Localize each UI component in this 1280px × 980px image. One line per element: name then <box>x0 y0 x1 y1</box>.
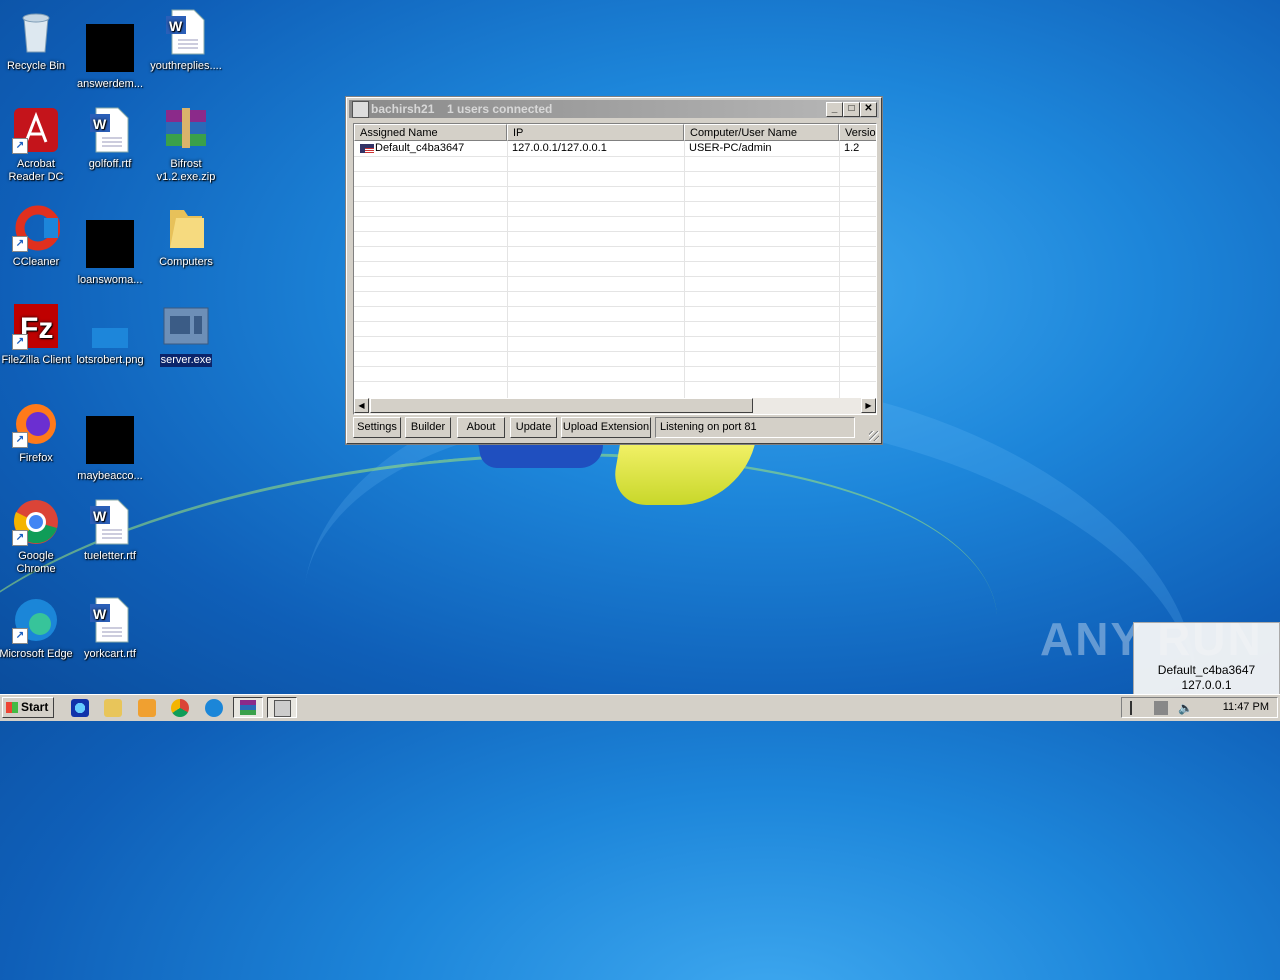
redacted-file-icon <box>86 220 134 268</box>
redacted-file-icon <box>86 416 134 464</box>
recycle-bin-icon <box>12 8 60 56</box>
redacted-file-icon <box>86 24 134 72</box>
connection-notification[interactable]: Default_c4ba3647 127.0.0.1 <box>1133 622 1280 698</box>
desktop-icon-filezilla[interactable]: Fz ↗ FileZilla Client <box>0 298 74 367</box>
app-icon <box>274 700 291 717</box>
media-player-icon[interactable] <box>138 699 156 717</box>
column-header-assigned-name[interactable]: Assigned Name <box>354 124 507 141</box>
rat-server-task-button[interactable] <box>267 697 297 718</box>
column-header-ip[interactable]: IP <box>507 124 684 141</box>
file-explorer-icon[interactable] <box>104 699 122 717</box>
word-document-icon: W <box>86 596 134 644</box>
desktop-icon-yorkcart[interactable]: W yorkcart.rtf <box>72 592 148 661</box>
desktop-icon-tueletter[interactable]: W tueletter.rtf <box>72 494 148 563</box>
winrar-icon <box>240 700 256 715</box>
edge-taskbar-icon[interactable] <box>205 699 223 717</box>
shortcut-arrow-icon: ↗ <box>12 530 28 546</box>
us-flag-icon <box>360 143 374 153</box>
ccleaner-icon: ↗ <box>12 204 61 252</box>
upload-extension-button[interactable]: Upload Extension <box>561 417 651 438</box>
firefox-icon: ↗ <box>12 400 60 448</box>
chrome-taskbar-icon[interactable] <box>171 699 189 717</box>
maximize-button[interactable]: □ <box>843 102 860 117</box>
winrar-task-button[interactable] <box>233 697 263 718</box>
resize-grip[interactable] <box>869 431 879 441</box>
executable-icon <box>162 302 210 350</box>
notification-name: Default_c4ba3647 <box>1157 663 1256 677</box>
system-tray: 🔈 11:47 PM <box>1121 697 1278 718</box>
action-center-flag-icon[interactable] <box>1130 701 1146 715</box>
minimize-button[interactable]: _ <box>826 102 843 117</box>
cell-ip: 127.0.0.1/127.0.0.1 <box>512 142 607 154</box>
network-icon[interactable] <box>1154 701 1168 715</box>
shortcut-arrow-icon: ↗ <box>12 628 28 644</box>
volume-icon[interactable]: 🔈 <box>1178 701 1193 715</box>
scroll-right-button[interactable]: ▶ <box>861 398 876 413</box>
shortcut-arrow-icon: ↗ <box>12 138 28 154</box>
desktop-icon-bifrost-zip[interactable]: Bifrost v1.2.exe.zip <box>148 102 224 184</box>
filezilla-icon: Fz ↗ <box>12 302 60 350</box>
desktop-icon-golfoff[interactable]: W golfoff.rtf <box>72 102 148 171</box>
svg-text:W: W <box>93 116 107 132</box>
about-button[interactable]: About <box>457 417 505 438</box>
desktop-icon-computers-folder[interactable]: Computers <box>148 200 224 269</box>
cell-assigned-name: Default_c4ba3647 <box>356 141 507 156</box>
image-file-icon <box>86 302 134 350</box>
desktop-icon-youthreplies[interactable]: W youthreplies.... <box>148 4 224 73</box>
desktop-icon-ccleaner[interactable]: ↗ CCleaner <box>0 200 74 269</box>
app-icon <box>352 101 369 118</box>
desktop-icon-answerdem[interactable]: answerdem... <box>72 4 148 91</box>
start-button[interactable]: Start <box>2 697 54 718</box>
svg-text:W: W <box>169 18 183 34</box>
desktop-icon-server-exe[interactable]: server.exe <box>148 298 224 367</box>
word-document-icon: W <box>162 8 210 56</box>
desktop-icon-lotsrobert[interactable]: lotsrobert.png <box>72 298 148 367</box>
shortcut-arrow-icon: ↗ <box>12 334 28 350</box>
builder-button[interactable]: Builder <box>405 417 451 438</box>
horizontal-scrollbar[interactable]: ◀ ▶ <box>354 398 876 414</box>
desktop-icon-recycle-bin[interactable]: Recycle Bin <box>0 4 74 73</box>
scroll-thumb[interactable] <box>370 398 753 413</box>
connection-status: 1 users connected <box>447 102 553 116</box>
edge-icon: ↗ <box>12 596 60 644</box>
windows-logo-icon <box>6 702 18 713</box>
cell-version: 1.2 <box>844 142 860 154</box>
settings-button[interactable]: Settings <box>353 417 401 438</box>
connections-list[interactable]: Assigned Name IP Computer/User Name Vers… <box>353 123 877 415</box>
acrobat-icon: ↗ <box>12 106 60 154</box>
folder-icon <box>162 204 210 252</box>
notification-ip: 127.0.0.1 <box>1181 678 1232 692</box>
wallpaper-logo-blue <box>477 440 608 468</box>
scroll-left-button[interactable]: ◀ <box>354 398 369 413</box>
desktop-icon-loanswoma[interactable]: loanswoma... <box>72 200 148 287</box>
svg-text:W: W <box>93 606 107 622</box>
svg-text:W: W <box>93 508 107 524</box>
winrar-archive-icon <box>162 106 210 154</box>
window-title: bachirsh21 <box>371 102 435 116</box>
desktop-icon-edge[interactable]: ↗ Microsoft Edge <box>0 592 74 661</box>
rat-server-window[interactable]: bachirsh21 1 users connected _ □ ✕ Assig… <box>346 97 882 444</box>
word-document-icon: W <box>86 106 134 154</box>
desktop-icon-acrobat[interactable]: ↗ Acrobat Reader DC <box>0 102 74 184</box>
close-button[interactable]: ✕ <box>860 102 877 117</box>
column-header-computer-user[interactable]: Computer/User Name <box>684 124 839 141</box>
desktop-icon-chrome[interactable]: ↗ Google Chrome <box>0 494 74 576</box>
chrome-icon: ↗ <box>12 498 60 546</box>
clock[interactable]: 11:47 PM <box>1223 698 1269 717</box>
status-bar: Listening on port 81 <box>655 417 855 438</box>
column-header-version[interactable]: Versio <box>839 124 876 141</box>
shortcut-arrow-icon: ↗ <box>12 432 28 448</box>
cell-computer-user: USER-PC/admin <box>689 142 772 154</box>
window-titlebar[interactable]: bachirsh21 1 users connected _ □ ✕ <box>349 100 879 118</box>
word-document-icon: W <box>86 498 134 546</box>
update-button[interactable]: Update <box>510 417 557 438</box>
internet-explorer-icon[interactable] <box>71 699 89 717</box>
desktop-icon-maybeacco[interactable]: maybeacco... <box>72 396 148 483</box>
shortcut-arrow-icon: ↗ <box>12 236 28 252</box>
taskbar: Start 🔈 11:47 PM <box>0 694 1280 721</box>
desktop-icon-firefox[interactable]: ↗ Firefox <box>0 396 74 465</box>
